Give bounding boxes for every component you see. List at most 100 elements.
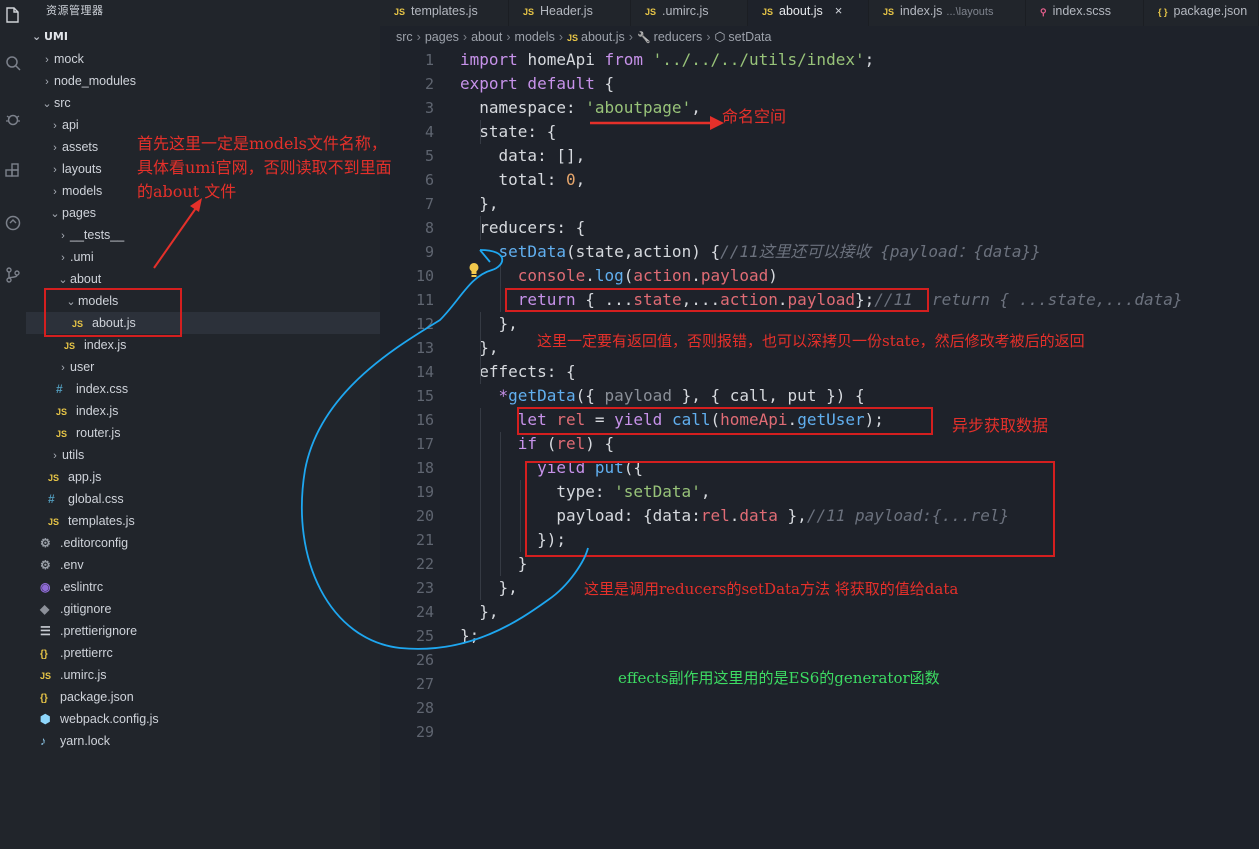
debug-icon[interactable] [0, 106, 26, 132]
extensions-icon[interactable] [0, 158, 26, 184]
project-name: UMI [44, 30, 68, 43]
tree-item-label: api [62, 118, 79, 132]
breadcrumb-label: pages [424, 30, 459, 44]
chevron-right-icon: › [53, 186, 57, 198]
models-folder-highlight [44, 288, 182, 337]
js-file-icon: JS [64, 341, 76, 351]
breadcrumb-item[interactable]: 🔧 reducers [637, 30, 702, 44]
code-token: , [575, 170, 586, 189]
explorer-icon[interactable] [0, 2, 26, 28]
code-line[interactable]: import homeApi from '../../../utils/inde… [460, 48, 874, 72]
return-note: 这里一定要有返回值，否则报错，也可以深拷贝一份state，然后修改考被后的返回 [537, 332, 1085, 350]
tree-folder[interactable]: › user [26, 356, 380, 378]
tree-folder[interactable]: › mock [26, 48, 380, 70]
code-line[interactable]: console.log(action.payload) [460, 264, 778, 288]
code-line[interactable]: data: [], [460, 144, 586, 168]
code-line[interactable]: }, [460, 600, 498, 624]
models-note-line-3: 的about 文件 [137, 182, 237, 201]
code-line[interactable]: *getData({ payload }, { call, put }) { [460, 384, 865, 408]
js-file-icon: JS [645, 7, 657, 17]
chevron-right-icon: › [706, 30, 711, 44]
code-editor[interactable]: 1 2 3 4 5 6 7 8 9 10 11 12 13 14 15 16 17 18 19 20 21 22 23 24 2… [380, 48, 1259, 849]
breadcrumb-item[interactable]: models [515, 30, 555, 44]
tab-package-json[interactable]: { } package.json [1144, 0, 1259, 26]
breadcrumb-item[interactable]: src [396, 30, 413, 44]
tree-file[interactable]: {} package.json [26, 686, 380, 708]
code-line[interactable]: if (rel) { [460, 432, 614, 456]
breadcrumb-item[interactable]: about [471, 30, 502, 44]
line-number: 26 [415, 651, 434, 669]
tree-item-label: .gitignore [60, 602, 112, 616]
code-token: ) { [585, 434, 615, 453]
tree-file[interactable]: ♪ yarn.lock [26, 730, 380, 752]
search-icon[interactable] [0, 50, 26, 76]
code-line[interactable]: effects: { [460, 360, 575, 384]
code-token: ) [768, 266, 778, 285]
tree-folder[interactable]: › .umi [26, 246, 380, 268]
tree-file[interactable]: ⬢ webpack.config.js [26, 708, 380, 730]
line-number: 2 [424, 75, 434, 93]
tree-folder[interactable]: › __tests__ [26, 224, 380, 246]
source-control-icon[interactable] [0, 262, 26, 288]
tree-file[interactable]: # global.css [26, 488, 380, 510]
close-icon[interactable]: × [835, 3, 843, 18]
code-line[interactable]: }, [460, 192, 498, 216]
tab-header-js[interactable]: JS Header.js [509, 0, 631, 26]
tree-file[interactable]: {} .prettierrc [26, 642, 380, 664]
tab-index-js[interactable]: JS index.js ...\layouts [869, 0, 1026, 26]
tree-file[interactable]: JS .umirc.js [26, 664, 380, 686]
code-line[interactable]: reducers: { [460, 216, 585, 240]
tree-folder[interactable]: ⌄ about [26, 268, 380, 290]
js-file-icon: JS [523, 7, 535, 17]
tree-file[interactable]: ◆ .gitignore [26, 598, 380, 620]
code-token: 0 [565, 170, 576, 189]
code-line[interactable]: namespace: 'aboutpage', [460, 96, 701, 120]
tree-item-label: router.js [76, 426, 121, 440]
tree-file[interactable]: JS app.js [26, 466, 380, 488]
tree-item-label: utils [62, 448, 85, 462]
tab-umirc-js[interactable]: JS .umirc.js [631, 0, 748, 26]
tab-templates-js[interactable]: JS templates.js [380, 0, 509, 26]
explorer-sidebar: 资源管理器 ⌄ UMI › mock › node_modules ⌄ src › api › as… [26, 0, 380, 849]
tree-file[interactable]: ◉ .eslintrc [26, 576, 380, 598]
code-line[interactable]: total: 0, [460, 168, 586, 192]
code-line[interactable]: setData(state,action) {//11这里还可以接收 {payl… [460, 240, 1041, 264]
project-header[interactable]: ⌄ UMI [26, 26, 380, 48]
line-number: 16 [415, 411, 434, 429]
breadcrumb-item[interactable]: ⬡ setData [714, 30, 771, 44]
breadcrumb-item[interactable]: pages [425, 30, 459, 44]
tree-folder[interactable]: ⌄ pages [26, 202, 380, 224]
tab-about-js[interactable]: JS about.js × [748, 0, 869, 26]
tree-file[interactable]: JS index.js [26, 400, 380, 422]
tree-folder[interactable]: › node_modules [26, 70, 380, 92]
tree-file[interactable]: ⚙ .editorconfig [26, 532, 380, 554]
code-line[interactable]: }; [460, 624, 479, 648]
tree-folder[interactable]: ⌄ src [26, 92, 380, 114]
tree-file[interactable]: JS templates.js [26, 510, 380, 532]
code-token: console [517, 266, 586, 285]
put-note: 这里是调用reducers的setData方法 将获取的值给data [584, 580, 959, 598]
json-file-icon: {} [40, 693, 48, 704]
tree-file[interactable]: JS router.js [26, 422, 380, 444]
tree-folder[interactable]: › utils [26, 444, 380, 466]
tree-file[interactable]: ⚙ .env [26, 554, 380, 576]
breadcrumb-item[interactable]: JS about.js [567, 30, 625, 44]
chevron-right-icon: › [61, 362, 65, 374]
code-line[interactable]: }, [460, 312, 518, 336]
line-number: 1 [424, 51, 434, 69]
timeline-icon[interactable] [0, 210, 26, 236]
namespace-note: 命名空间 [722, 107, 787, 126]
lightbulb-icon[interactable] [468, 262, 482, 278]
tree-file[interactable]: JS index.js [26, 334, 380, 356]
code-token: getData [508, 386, 576, 405]
code-line[interactable]: state: { [460, 120, 556, 144]
chevron-right-icon: › [53, 450, 57, 462]
js-file-icon: JS [394, 7, 406, 17]
code-line[interactable]: }, [460, 576, 518, 600]
tree-file[interactable]: ☰ .prettierignore [26, 620, 380, 642]
code-line[interactable]: export default { [460, 72, 614, 96]
tab-index-scss[interactable]: ⚲ index.scss [1026, 0, 1144, 26]
code-line[interactable]: } [460, 552, 528, 576]
scss-file-icon: ⚲ [1040, 7, 1047, 17]
tree-file[interactable]: # index.css [26, 378, 380, 400]
